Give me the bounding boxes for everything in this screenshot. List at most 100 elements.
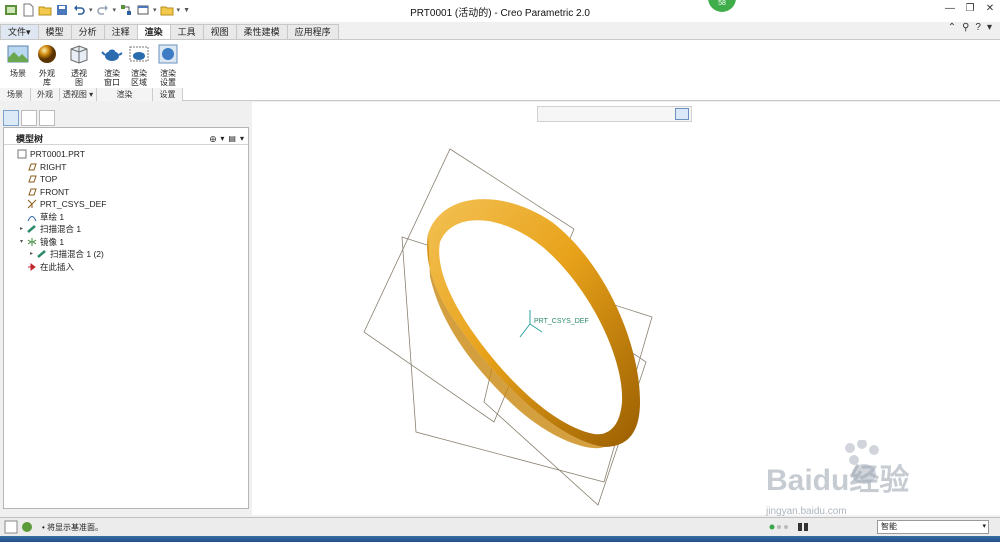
tree-item-label: 在此插入 [40,261,75,272]
perspective-icon [70,45,88,64]
tab-tools[interactable]: 工具 [169,24,204,39]
tree-item[interactable]: TOP [4,173,248,186]
tree-item-label: RIGHT [40,161,67,172]
model-tree-tab-icon[interactable] [3,110,19,126]
tree-item[interactable]: PRT_CSYS_DEF [4,198,248,211]
tree-item-label: FRONT [40,186,70,197]
navigator-tabs [3,110,55,126]
tree-item[interactable]: PRT0001.PRT [4,148,248,161]
tree-item-label: PRT_CSYS_DEF [40,199,107,209]
render-settings-button[interactable]: 渲染 设置 [153,43,183,87]
perspective-label: 透视 图 [71,69,87,87]
minimize-ribbon-icon[interactable]: ⌃ [948,22,956,33]
tree-settings-icon[interactable]: 🜨 [210,130,217,147]
model-tree-header: 模型树 🜨 ▾ ▤ ▾ [4,128,248,145]
folder-browser-tab-icon[interactable] [21,110,37,126]
tree-item[interactable]: FRONT [4,186,248,199]
render-window-label: 渲染 窗口 [104,69,120,87]
tree-item[interactable]: RIGHT [4,161,248,174]
tree-item-label: 扫描混合 1 [40,224,82,234]
status-message: • 将显示基准面。 [42,523,104,532]
appearance-library-label: 外观 库 [39,69,55,87]
show-dropdown-icon[interactable]: ▾ [240,134,244,143]
tree-item-label: 草绘 1 [40,211,65,222]
close-icon[interactable]: ✕ [984,3,996,15]
model-tree: PRT0001.PRT RIGHT TOP FRONT PRT_CSYS_DEF 草绘 1… [4,145,248,273]
appearance-sphere-icon [38,45,56,63]
tab-analysis[interactable]: 分析 [70,24,105,39]
tree-item-label: 扫描混合 1 (2) [50,249,104,259]
tree-settings-dropdown-icon[interactable]: ▾ [220,134,224,143]
file-menu-caret: ▾ [26,27,31,37]
graphics-toolbar [537,106,692,122]
group-appearance: 外观 [31,88,60,101]
tab-model[interactable]: 模型 [37,24,72,39]
datum-display-icon[interactable] [645,108,659,120]
render-settings-icon [158,44,178,64]
tab-render[interactable]: 渲染 [136,24,171,40]
model-tree-panel: 模型树 🜨 ▾ ▤ ▾ PRT0001.PRT RIGHT TOP FRONT PRT_… [3,127,249,509]
group-settings: 设置 [153,88,183,101]
view-manager-icon[interactable] [630,108,644,120]
scene-label: 场景 [10,69,26,78]
tree-item[interactable]: 在此插入 [4,261,248,274]
render-region-button[interactable]: 渲染 区域 [124,43,154,87]
refit-icon[interactable] [540,108,554,120]
title-bar: ▾ ▾ ▾ ▾ ▼ PRT0001 (活动的) - Creo Parametri… [0,0,1000,22]
group-perspective[interactable]: 透视图 ▾ [60,88,97,101]
help-dropdown-icon[interactable]: ▾ [987,22,992,33]
expand-icon[interactable]: ▸ [27,248,36,261]
selection-filter[interactable]: 智能 ▾ [877,520,989,534]
tab-file[interactable]: 文件▾ [0,24,39,39]
tree-item[interactable]: ▸ 扫描混合 1 [4,223,248,236]
status-lights-icon [769,524,788,530]
restore-icon[interactable]: ❐ [964,3,976,15]
annotation-display-icon[interactable] [660,108,674,120]
tab-annotate[interactable]: 注释 [103,24,138,39]
render-window-button[interactable]: 渲染 窗口 [97,43,127,87]
help-icons: ⌃ ⚲ ? ▾ [948,22,992,33]
display-style-icon[interactable] [600,108,614,120]
tree-item-label: 镜像 1 [40,236,65,247]
zoom-in-icon[interactable] [555,108,569,120]
tab-view[interactable]: 视图 [202,24,237,39]
group-scene: 场景 [0,88,31,101]
baidu-watermark: Baidu经验 jingyan.baidu.com [766,440,909,517]
show-icon[interactable]: ▤ [228,134,236,143]
minimize-icon[interactable]: — [944,3,956,15]
scene-icon [7,45,29,63]
datum-plane-icon [26,187,37,197]
tree-item[interactable]: 草绘 1 [4,211,248,224]
render-settings-label: 渲染 设置 [160,69,176,87]
search-icon[interactable]: ⚲ [962,22,969,33]
mirror-icon [26,237,37,247]
spin-center-icon[interactable] [675,108,689,120]
render-region-label: 渲染 区域 [131,69,147,87]
model-tree-tools: 🜨 ▾ ▤ ▾ [210,130,244,147]
datum-plane-icon [26,162,37,172]
saved-orientations-icon[interactable] [615,108,629,120]
model-tree-title: 模型树 [16,134,44,144]
csys-icon [26,199,37,209]
scene-button[interactable]: 场景 [3,43,33,78]
tree-item[interactable]: ▸ 扫描混合 1 (2) [4,248,248,261]
watermark-url: jingyan.baidu.com [766,506,847,517]
repaint-icon[interactable] [585,108,599,120]
filter-dropdown-icon: ▾ [982,523,986,530]
browser-toggle-icon[interactable] [20,520,34,534]
tab-applications[interactable]: 应用程序 [286,24,339,39]
perspective-view-button[interactable]: 透视 图 [64,43,94,87]
ribbon-tabs: 文件▾ 模型 分析 注释 渲染 工具 视图 柔性建模 应用程序 [0,24,339,40]
expand-icon[interactable]: ▸ [17,223,26,236]
zoom-out-icon[interactable] [570,108,584,120]
tree-item[interactable]: ▾ 镜像 1 [4,236,248,249]
sweep-blend-icon [26,224,37,234]
csys-label: PRT_CSYS_DEF [534,318,589,325]
tab-flexible-modeling[interactable]: 柔性建模 [235,24,288,39]
find-icon[interactable] [796,521,810,533]
collapse-icon[interactable]: ▾ [17,236,26,249]
navigator-toggle-icon[interactable] [4,520,18,534]
taskbar [0,536,1000,542]
help-icon[interactable]: ? [975,22,981,33]
favorites-tab-icon[interactable] [39,110,55,126]
